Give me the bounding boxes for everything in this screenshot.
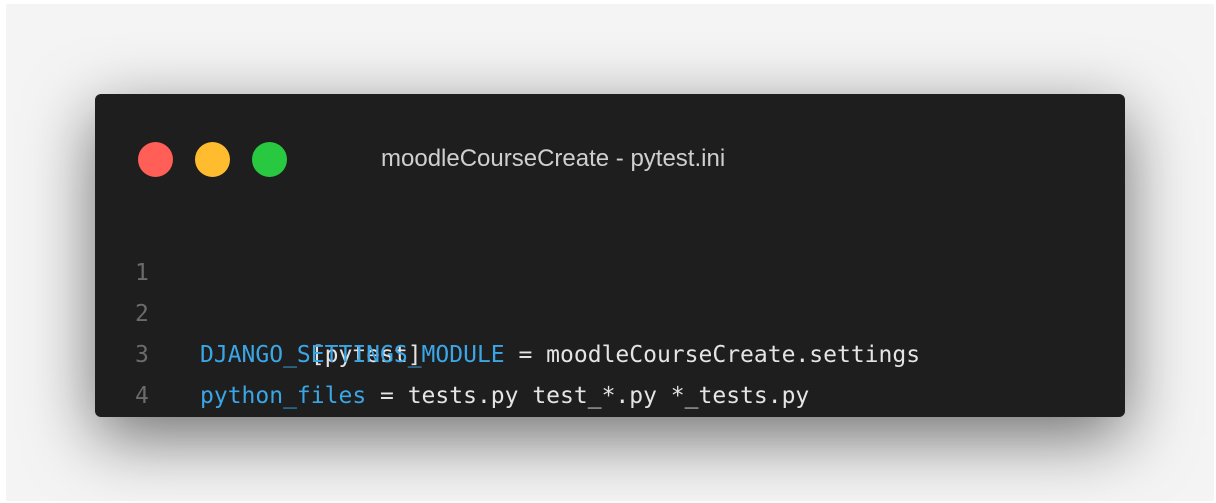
close-button[interactable] (138, 142, 173, 177)
code-line-1: 1 [pytest] (95, 212, 1125, 368)
window-title: moodleCourseCreate - pytest.ini (381, 145, 726, 172)
code-line-4: 4 (95, 335, 1125, 409)
minimize-button[interactable] (195, 142, 230, 177)
window-titlebar: moodleCourseCreate - pytest.ini (95, 94, 1125, 214)
zoom-button[interactable] (252, 142, 287, 177)
line-number: 4 (135, 383, 149, 409)
config-key: python_files (200, 383, 367, 409)
code-window: moodleCourseCreate - pytest.ini 1 [pytes… (95, 94, 1125, 417)
code-line-3: 3 python_files = tests.py test_*.py *_te… (95, 294, 1125, 409)
code-line-2: 2 DJANGO_SETTINGS_MODULE = moodleCourseC… (95, 253, 1125, 368)
config-value: = tests.py test_*.py *_tests.py (366, 383, 810, 409)
code-editor[interactable]: 1 [pytest] 2 DJANGO_SETTINGS_MODULE = mo… (95, 212, 1125, 409)
code-content: python_files = tests.py test_*.py *_test… (200, 376, 809, 417)
